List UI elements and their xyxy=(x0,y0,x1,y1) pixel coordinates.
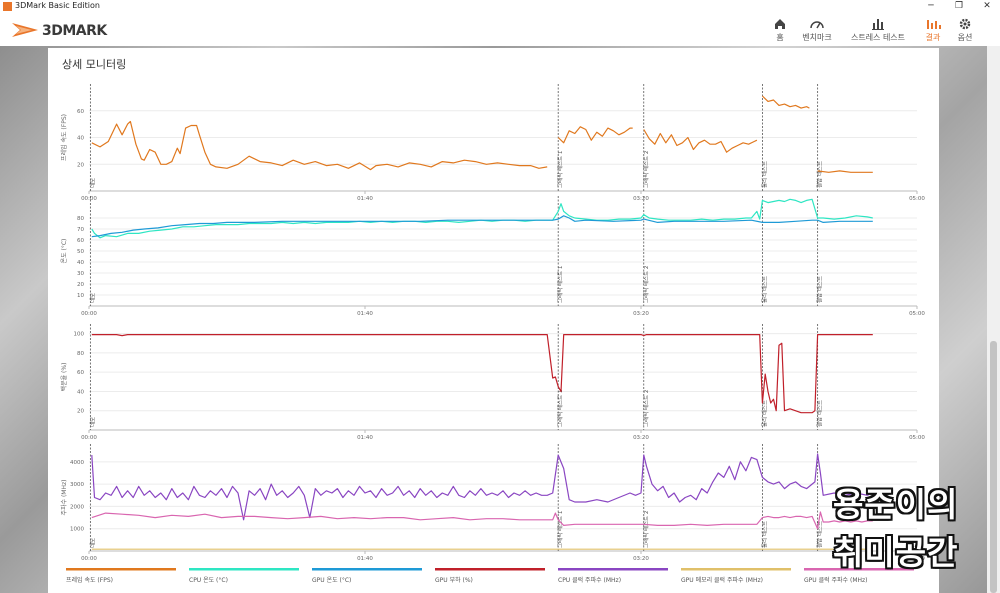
y-axis-label: 프레임 속도 (FPS) xyxy=(60,114,68,161)
legend-swatch xyxy=(189,568,299,571)
chart-3: 20 40 60 80 100 00:00 01:40 03:20 05:00 백분율 (%) 데모… xyxy=(60,324,925,441)
chart-2: 10 20 30 40 50 60 70 80 00:00 01:40 03:20 05:00 온도 (… xyxy=(61,196,925,317)
event-label: 그래픽 테스트 1 xyxy=(556,266,564,303)
event-label: 데모 xyxy=(88,538,96,548)
series-line xyxy=(557,126,633,144)
legend-label: 프레임 속도 (FPS) xyxy=(66,576,113,584)
y-tick-label: 40 xyxy=(77,389,84,395)
event-label: 물리 테스트 xyxy=(760,161,768,188)
legend-swatch xyxy=(681,568,791,571)
event-label: 그래픽 테스트 2 xyxy=(642,266,650,303)
event-label: 결합 테스트 xyxy=(816,400,824,427)
x-tick-label: 03:20 xyxy=(633,556,649,562)
event-label: 데모 xyxy=(88,417,96,427)
y-tick-label: 100 xyxy=(74,332,85,338)
legend-swatch xyxy=(66,568,176,571)
y-tick-label: 2000 xyxy=(70,504,84,510)
legend-swatch xyxy=(558,568,668,571)
x-tick-label: 01:40 xyxy=(357,311,373,317)
event-label: 그래픽 테스트 2 xyxy=(642,151,650,188)
x-tick-label: 00:00 xyxy=(81,556,97,562)
legend: 프레임 속도 (FPS) CPU 온도 (°C) GPU 온도 (°C) GPU 부하… xyxy=(66,568,914,584)
chart-4: 100020003000400000:00 01:40 03:20 05:00주파수 … xyxy=(60,444,925,562)
legend-label: CPU 클럭 주파수 (MHz) xyxy=(558,576,621,584)
legend-swatch xyxy=(312,568,422,571)
y-tick-label: 30 xyxy=(77,271,84,277)
y-axis-label: 주파수 (MHz) xyxy=(60,480,68,516)
series-line xyxy=(91,120,548,171)
x-tick-label: 00:00 xyxy=(81,435,97,441)
event-label: 결합 테스트 xyxy=(816,161,824,188)
y-tick-label: 20 xyxy=(77,162,84,168)
x-tick-label: 05:00 xyxy=(909,311,925,317)
y-tick-label: 4000 xyxy=(70,460,84,466)
y-tick-label: 20 xyxy=(77,282,84,288)
event-label: 데모 xyxy=(88,293,96,303)
y-tick-label: 60 xyxy=(77,370,84,376)
series-line xyxy=(817,170,873,173)
legend-label: GPU 부하 (%) xyxy=(435,576,473,584)
y-tick-label: 1000 xyxy=(70,527,84,533)
y-tick-label: 3000 xyxy=(70,482,84,488)
event-label: 데모 xyxy=(88,178,96,188)
y-tick-label: 70 xyxy=(77,227,84,233)
legend-label: GPU 온도 (°C) xyxy=(312,577,351,584)
series-line xyxy=(643,129,758,153)
y-tick-label: 80 xyxy=(77,351,84,357)
event-label: 그래픽 테스트 1 xyxy=(556,151,564,188)
series-line xyxy=(91,215,873,238)
legend-label: CPU 온도 (°C) xyxy=(189,577,228,584)
series-line xyxy=(91,453,874,521)
x-tick-label: 01:40 xyxy=(357,556,373,562)
x-tick-label: 00:00 xyxy=(81,196,97,202)
series-line xyxy=(91,334,873,414)
legend-label: GPU 메모리 클럭 주파수 (MHz) xyxy=(681,576,763,584)
watermark-line-2: 취미공간 xyxy=(833,533,959,572)
x-tick-label: 03:20 xyxy=(633,196,649,202)
event-label: 결합 테스트 xyxy=(816,521,824,548)
y-tick-label: 60 xyxy=(77,109,84,115)
x-tick-label: 01:40 xyxy=(357,196,373,202)
x-tick-label: 03:20 xyxy=(633,435,649,441)
chart-1: 20 40 60 00:00 01:40 03:20 05:00 프레임 속도 (FPS) 데모… xyxy=(60,84,925,202)
event-label: 그래픽 테스트 2 xyxy=(642,390,650,427)
event-label: 그래픽 테스트 1 xyxy=(556,511,564,548)
y-tick-label: 40 xyxy=(77,260,84,266)
y-tick-label: 60 xyxy=(77,238,84,244)
y-axis-label: 온도 (°C) xyxy=(61,239,68,264)
event-label: 그래픽 테스트 2 xyxy=(642,511,650,548)
event-label: 결합 테스트 xyxy=(816,276,824,303)
y-tick-label: 40 xyxy=(77,136,84,142)
x-tick-label: 00:00 xyxy=(81,311,97,317)
y-axis-label: 백분율 (%) xyxy=(60,363,68,392)
x-tick-label: 05:00 xyxy=(909,435,925,441)
x-tick-label: 01:40 xyxy=(357,435,373,441)
event-label: 물리 테스트 xyxy=(760,521,768,548)
y-tick-label: 20 xyxy=(77,409,84,415)
watermark-line-1: 용준이의 xyxy=(833,485,959,524)
x-tick-label: 05:00 xyxy=(909,196,925,202)
event-label: 물리 테스트 xyxy=(760,276,768,303)
series-line xyxy=(761,95,810,109)
series-line xyxy=(91,198,873,239)
y-tick-label: 10 xyxy=(77,293,84,299)
legend-swatch xyxy=(435,568,545,571)
y-tick-label: 50 xyxy=(77,249,84,255)
event-label: 그래픽 테스트 1 xyxy=(556,390,564,427)
x-tick-label: 03:20 xyxy=(633,311,649,317)
y-tick-label: 80 xyxy=(77,216,84,222)
event-label: 물리 테스트 xyxy=(760,400,768,427)
series-line xyxy=(91,511,873,530)
legend-label: GPU 클럭 주파수 (MHz) xyxy=(804,576,868,584)
